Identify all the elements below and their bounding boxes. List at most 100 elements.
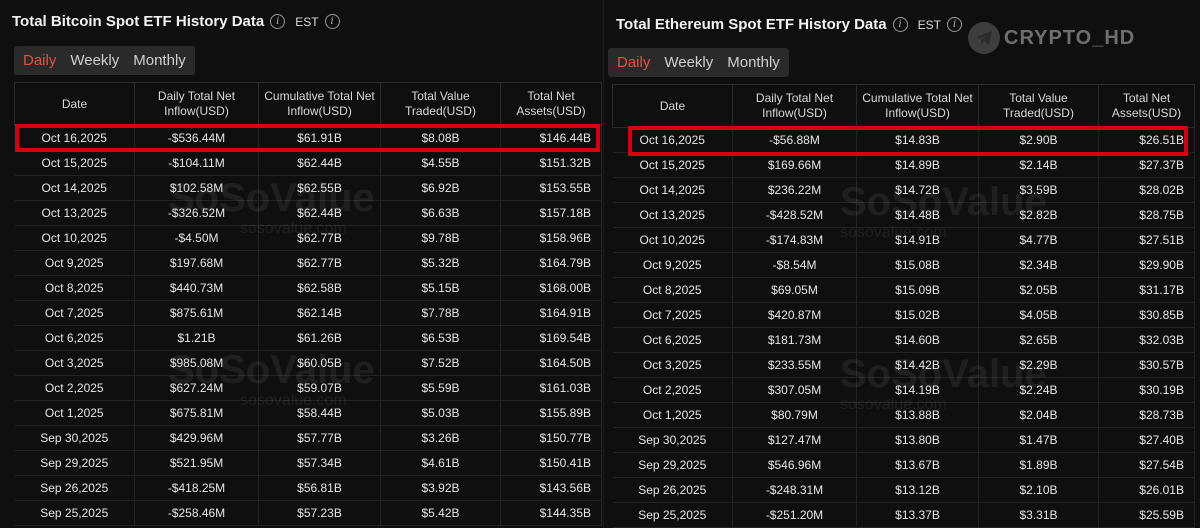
table-row[interactable]: Oct 3,2025 $233.55M $14.42B $2.29B $30.57B xyxy=(612,352,1195,378)
cell-net-assets: $158.96B xyxy=(500,225,602,251)
cell-value-traded: $2.90B xyxy=(978,127,1099,153)
cell-cumulative-inflow: $57.34B xyxy=(258,450,381,476)
table-row[interactable]: Oct 2,2025 $627.24M $59.07B $5.59B $161.03B xyxy=(14,375,602,401)
info-icon[interactable]: i xyxy=(946,17,962,32)
cell-cumulative-inflow: $13.12B xyxy=(856,477,979,503)
eth-panel-title: Total Ethereum Spot ETF History Data xyxy=(616,16,887,33)
table-row[interactable]: Sep 25,2025 -$251.20M $13.37B $3.31B $25.59B xyxy=(612,502,1195,528)
cell-value-traded: $5.15B xyxy=(380,275,501,301)
cell-value-traded: $9.78B xyxy=(380,225,501,251)
cell-value-traded: $3.31B xyxy=(978,502,1099,528)
col-header-daily-inflow[interactable]: Daily Total Net Inflow(USD) xyxy=(134,82,259,126)
cell-cumulative-inflow: $15.09B xyxy=(856,277,979,303)
cell-date: Oct 7,2025 xyxy=(14,300,135,326)
btc-panel-title: Total Bitcoin Spot ETF History Data xyxy=(12,13,265,30)
cell-cumulative-inflow: $57.77B xyxy=(258,425,381,451)
col-header-value-traded[interactable]: Total Value Traded(USD) xyxy=(380,82,501,126)
cell-value-traded: $3.59B xyxy=(978,177,1099,203)
col-header-net-assets[interactable]: Total Net Assets(USD) xyxy=(1098,84,1195,128)
cell-daily-inflow: $546.96M xyxy=(732,452,857,478)
table-row[interactable]: Oct 10,2025 -$174.83M $14.91B $4.77B $27.51B xyxy=(612,227,1195,253)
col-header-cumulative-inflow[interactable]: Cumulative Total Net Inflow(USD) xyxy=(856,84,979,128)
table-row[interactable]: Oct 6,2025 $181.73M $14.60B $2.65B $32.03B xyxy=(612,327,1195,353)
table-row[interactable]: Oct 8,2025 $440.73M $62.58B $5.15B $168.00B xyxy=(14,275,602,301)
col-header-date[interactable]: Date xyxy=(14,82,135,126)
table-row[interactable]: Oct 9,2025 $197.68M $62.77B $5.32B $164.79B xyxy=(14,250,602,276)
tab-weekly[interactable]: Weekly xyxy=(63,46,126,75)
cell-date: Oct 10,2025 xyxy=(14,225,135,251)
table-row[interactable]: Oct 7,2025 $875.61M $62.14B $7.78B $164.91B xyxy=(14,300,602,326)
cell-cumulative-inflow: $14.72B xyxy=(856,177,979,203)
info-icon[interactable]: i xyxy=(892,17,908,32)
cell-cumulative-inflow: $62.14B xyxy=(258,300,381,326)
cell-daily-inflow: $80.79M xyxy=(732,402,857,428)
info-icon[interactable]: i xyxy=(324,14,340,29)
cell-daily-inflow: -$326.52M xyxy=(134,200,259,226)
table-row[interactable]: Oct 14,2025 $236.22M $14.72B $3.59B $28.02B xyxy=(612,177,1195,203)
eth-table-body: Oct 16,2025 -$56.88M $14.83B $2.90B $26.51B O… xyxy=(612,127,1195,528)
cell-cumulative-inflow: $62.77B xyxy=(258,250,381,276)
tab-monthly[interactable]: Monthly xyxy=(720,48,787,77)
table-row[interactable]: Oct 6,2025 $1.21B $61.26B $6.53B $169.54B xyxy=(14,325,602,351)
table-row[interactable]: Sep 25,2025 -$258.46M $57.23B $5.42B $144.35… xyxy=(14,500,602,526)
table-row[interactable]: Sep 29,2025 $521.95M $57.34B $4.61B $150.41B xyxy=(14,450,602,476)
col-header-value-traded[interactable]: Total Value Traded(USD) xyxy=(978,84,1099,128)
tab-weekly[interactable]: Weekly xyxy=(657,48,720,77)
table-row[interactable]: Sep 30,2025 $127.47M $13.80B $1.47B $27.40B xyxy=(612,427,1195,453)
cell-net-assets: $27.37B xyxy=(1098,152,1195,178)
info-icon[interactable]: i xyxy=(270,14,286,29)
table-row[interactable]: Oct 1,2025 $675.81M $58.44B $5.03B $155.89B xyxy=(14,400,602,426)
tab-daily[interactable]: Daily xyxy=(610,48,657,77)
cell-daily-inflow: $181.73M xyxy=(732,327,857,353)
cell-cumulative-inflow: $62.55B xyxy=(258,175,381,201)
cell-date: Oct 3,2025 xyxy=(14,350,135,376)
table-row[interactable]: Oct 10,2025 -$4.50M $62.77B $9.78B $158.96B xyxy=(14,225,602,251)
table-row[interactable]: Oct 16,2025 -$536.44M $61.91B $8.08B $146.44… xyxy=(14,125,602,151)
cell-daily-inflow: -$248.31M xyxy=(732,477,857,503)
col-header-daily-inflow[interactable]: Daily Total Net Inflow(USD) xyxy=(732,84,857,128)
btc-history-table: Date Daily Total Net Inflow(USD) Cumulat… xyxy=(14,82,602,526)
cell-net-assets: $150.41B xyxy=(500,450,602,476)
cell-net-assets: $28.75B xyxy=(1098,202,1195,228)
cell-daily-inflow: $307.05M xyxy=(732,377,857,403)
table-row[interactable]: Sep 26,2025 -$248.31M $13.12B $2.10B $26.01B xyxy=(612,477,1195,503)
table-row[interactable]: Oct 14,2025 $102.58M $62.55B $6.92B $153.55B xyxy=(14,175,602,201)
cell-value-traded: $6.53B xyxy=(380,325,501,351)
table-row[interactable]: Sep 29,2025 $546.96M $13.67B $1.89B $27.54B xyxy=(612,452,1195,478)
table-row[interactable]: Oct 2,2025 $307.05M $14.19B $2.24B $30.19B xyxy=(612,377,1195,403)
col-header-date[interactable]: Date xyxy=(612,84,733,128)
tab-daily[interactable]: Daily xyxy=(16,46,63,75)
col-header-net-assets[interactable]: Total Net Assets(USD) xyxy=(500,82,602,126)
cell-value-traded: $2.65B xyxy=(978,327,1099,353)
cell-value-traded: $2.24B xyxy=(978,377,1099,403)
table-row[interactable]: Sep 26,2025 -$418.25M $56.81B $3.92B $143.56… xyxy=(14,475,602,501)
cell-cumulative-inflow: $14.91B xyxy=(856,227,979,253)
table-row[interactable]: Oct 15,2025 $169.66M $14.89B $2.14B $27.37B xyxy=(612,152,1195,178)
table-row[interactable]: Oct 1,2025 $80.79M $13.88B $2.04B $28.73B xyxy=(612,402,1195,428)
cell-daily-inflow: $102.58M xyxy=(134,175,259,201)
table-row[interactable]: Oct 15,2025 -$104.11M $62.44B $4.55B $151.32… xyxy=(14,150,602,176)
table-row[interactable]: Oct 8,2025 $69.05M $15.09B $2.05B $31.17B xyxy=(612,277,1195,303)
cell-net-assets: $153.55B xyxy=(500,175,602,201)
table-header-row: Date Daily Total Net Inflow(USD) Cumulat… xyxy=(612,84,1195,128)
table-row[interactable]: Oct 13,2025 -$326.52M $62.44B $6.63B $157.18… xyxy=(14,200,602,226)
cell-net-assets: $164.50B xyxy=(500,350,602,376)
table-row[interactable]: Oct 3,2025 $985.08M $60.05B $7.52B $164.50B xyxy=(14,350,602,376)
cell-date: Oct 16,2025 xyxy=(612,127,733,153)
cell-net-assets: $29.90B xyxy=(1098,252,1195,278)
cell-value-traded: $4.61B xyxy=(380,450,501,476)
table-row[interactable]: Oct 16,2025 -$56.88M $14.83B $2.90B $26.51B xyxy=(612,127,1195,153)
cell-value-traded: $5.42B xyxy=(380,500,501,526)
cell-cumulative-inflow: $13.37B xyxy=(856,502,979,528)
cell-daily-inflow: -$4.50M xyxy=(134,225,259,251)
table-row[interactable]: Oct 9,2025 -$8.54M $15.08B $2.34B $29.90B xyxy=(612,252,1195,278)
table-row[interactable]: Oct 13,2025 -$428.52M $14.48B $2.82B $28.75B xyxy=(612,202,1195,228)
col-header-cumulative-inflow[interactable]: Cumulative Total Net Inflow(USD) xyxy=(258,82,381,126)
cell-cumulative-inflow: $14.48B xyxy=(856,202,979,228)
cell-date: Oct 15,2025 xyxy=(14,150,135,176)
tab-monthly[interactable]: Monthly xyxy=(126,46,193,75)
cell-daily-inflow: $440.73M xyxy=(134,275,259,301)
cell-net-assets: $30.85B xyxy=(1098,302,1195,328)
table-row[interactable]: Oct 7,2025 $420.87M $15.02B $4.05B $30.85B xyxy=(612,302,1195,328)
table-row[interactable]: Sep 30,2025 $429.96M $57.77B $3.26B $150.77B xyxy=(14,425,602,451)
